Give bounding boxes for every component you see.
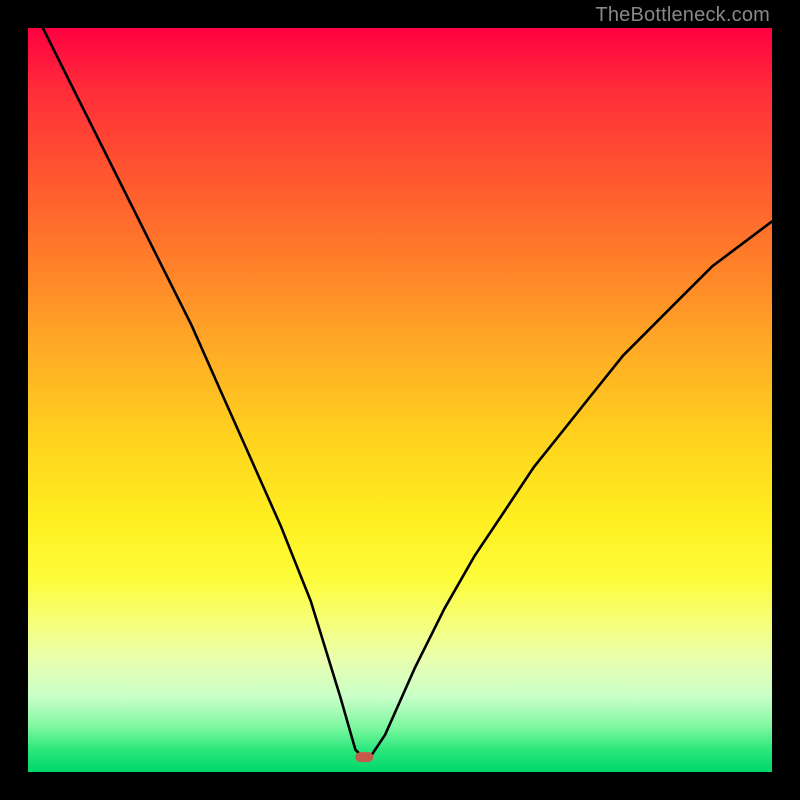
chart-frame: TheBottleneck.com [0,0,800,800]
bottleneck-curve [43,28,772,757]
curve-min-marker [355,752,373,762]
chart-svg [28,28,772,772]
watermark-text: TheBottleneck.com [595,4,770,27]
